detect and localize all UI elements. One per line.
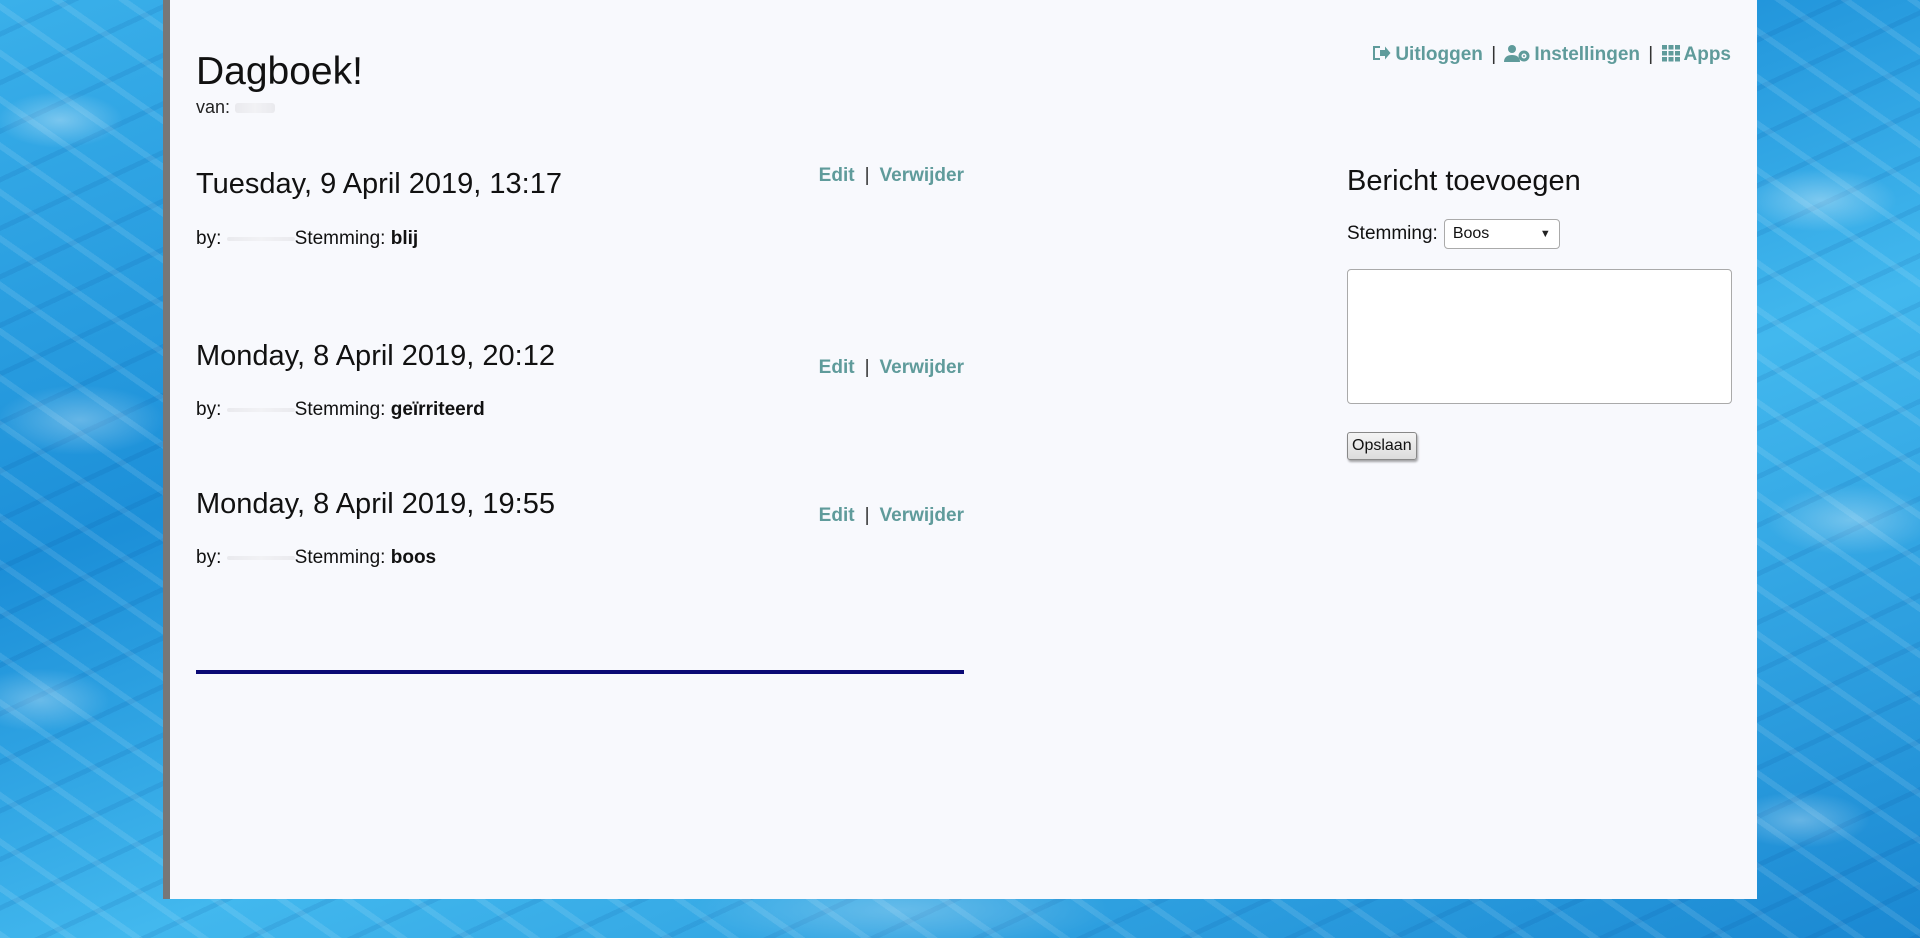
entry-meta: by: Stemming: blij <box>196 228 418 250</box>
nav-separator: | <box>1648 44 1654 65</box>
mood-label: Stemming: <box>294 399 386 420</box>
apps-link[interactable]: Apps <box>1661 44 1732 68</box>
page-title: Dagboek! <box>196 50 363 93</box>
author-name-redacted <box>226 236 295 241</box>
message-textarea[interactable] <box>1347 269 1732 404</box>
main-panel: Dagboek! van: Uitloggen | Instellingen |… <box>163 0 1757 899</box>
entry-text-redacted <box>196 282 956 290</box>
nav-separator: | <box>1491 44 1497 65</box>
by-label: by: <box>196 547 222 568</box>
entries-divider <box>196 670 964 674</box>
entry-date: Monday, 8 April 2019, 20:12 <box>196 340 555 372</box>
user-cog-icon <box>1504 44 1530 68</box>
mood-select-value: Boos <box>1452 225 1490 242</box>
delete-link[interactable]: Verwijder <box>880 165 965 186</box>
by-label: by: <box>196 228 222 249</box>
entry-meta: by: Stemming: geïrriteerd <box>196 399 485 421</box>
entry-text-redacted <box>196 594 956 602</box>
entry-actions: Edit | Verwijder <box>818 165 965 186</box>
entry-mood: boos <box>390 547 437 568</box>
author-name-redacted <box>226 555 295 560</box>
add-entry-form: Bericht toevoegen Stemming: Boos ▼ Opsla… <box>1347 165 1732 460</box>
delete-link[interactable]: Verwijder <box>880 357 965 378</box>
delete-link[interactable]: Verwijder <box>880 505 965 526</box>
mood-label: Stemming: <box>294 547 386 568</box>
grid-icon <box>1661 45 1680 68</box>
mood-row: Stemming: Boos ▼ <box>1347 219 1732 249</box>
author-label: van: <box>196 97 231 117</box>
save-button[interactable]: Opslaan <box>1347 432 1417 460</box>
top-navigation: Uitloggen | Instellingen | Apps <box>1371 44 1731 68</box>
chevron-down-icon: ▼ <box>1539 228 1551 240</box>
logout-label: Uitloggen <box>1395 44 1483 65</box>
settings-label: Instellingen <box>1534 44 1640 65</box>
edit-link[interactable]: Edit <box>819 165 855 186</box>
entry-meta: by: Stemming: boos <box>196 547 436 569</box>
entry-mood: geïrriteerd <box>390 399 485 420</box>
settings-link[interactable]: Instellingen <box>1504 44 1645 65</box>
entry-date: Tuesday, 9 April 2019, 13:17 <box>196 168 562 200</box>
mood-label: Stemming: <box>294 228 386 249</box>
entry-text-redacted <box>196 452 956 460</box>
entry-actions: Edit | Verwijder <box>818 505 965 526</box>
author-name-redacted <box>235 103 276 114</box>
entry-actions: Edit | Verwijder <box>818 357 965 378</box>
entry-mood: blij <box>390 228 419 249</box>
author-row: van: <box>196 97 276 118</box>
logout-link[interactable]: Uitloggen <box>1371 44 1488 65</box>
apps-label: Apps <box>1683 44 1732 65</box>
sign-out-icon <box>1371 44 1391 68</box>
mood-label: Stemming: <box>1347 223 1438 244</box>
author-name-redacted <box>226 407 295 412</box>
entry-date: Monday, 8 April 2019, 19:55 <box>196 488 555 520</box>
mood-select[interactable]: Boos ▼ <box>1443 219 1560 249</box>
by-label: by: <box>196 399 222 420</box>
edit-link[interactable]: Edit <box>819 505 855 526</box>
edit-link[interactable]: Edit <box>819 357 855 378</box>
form-title: Bericht toevoegen <box>1347 165 1581 197</box>
